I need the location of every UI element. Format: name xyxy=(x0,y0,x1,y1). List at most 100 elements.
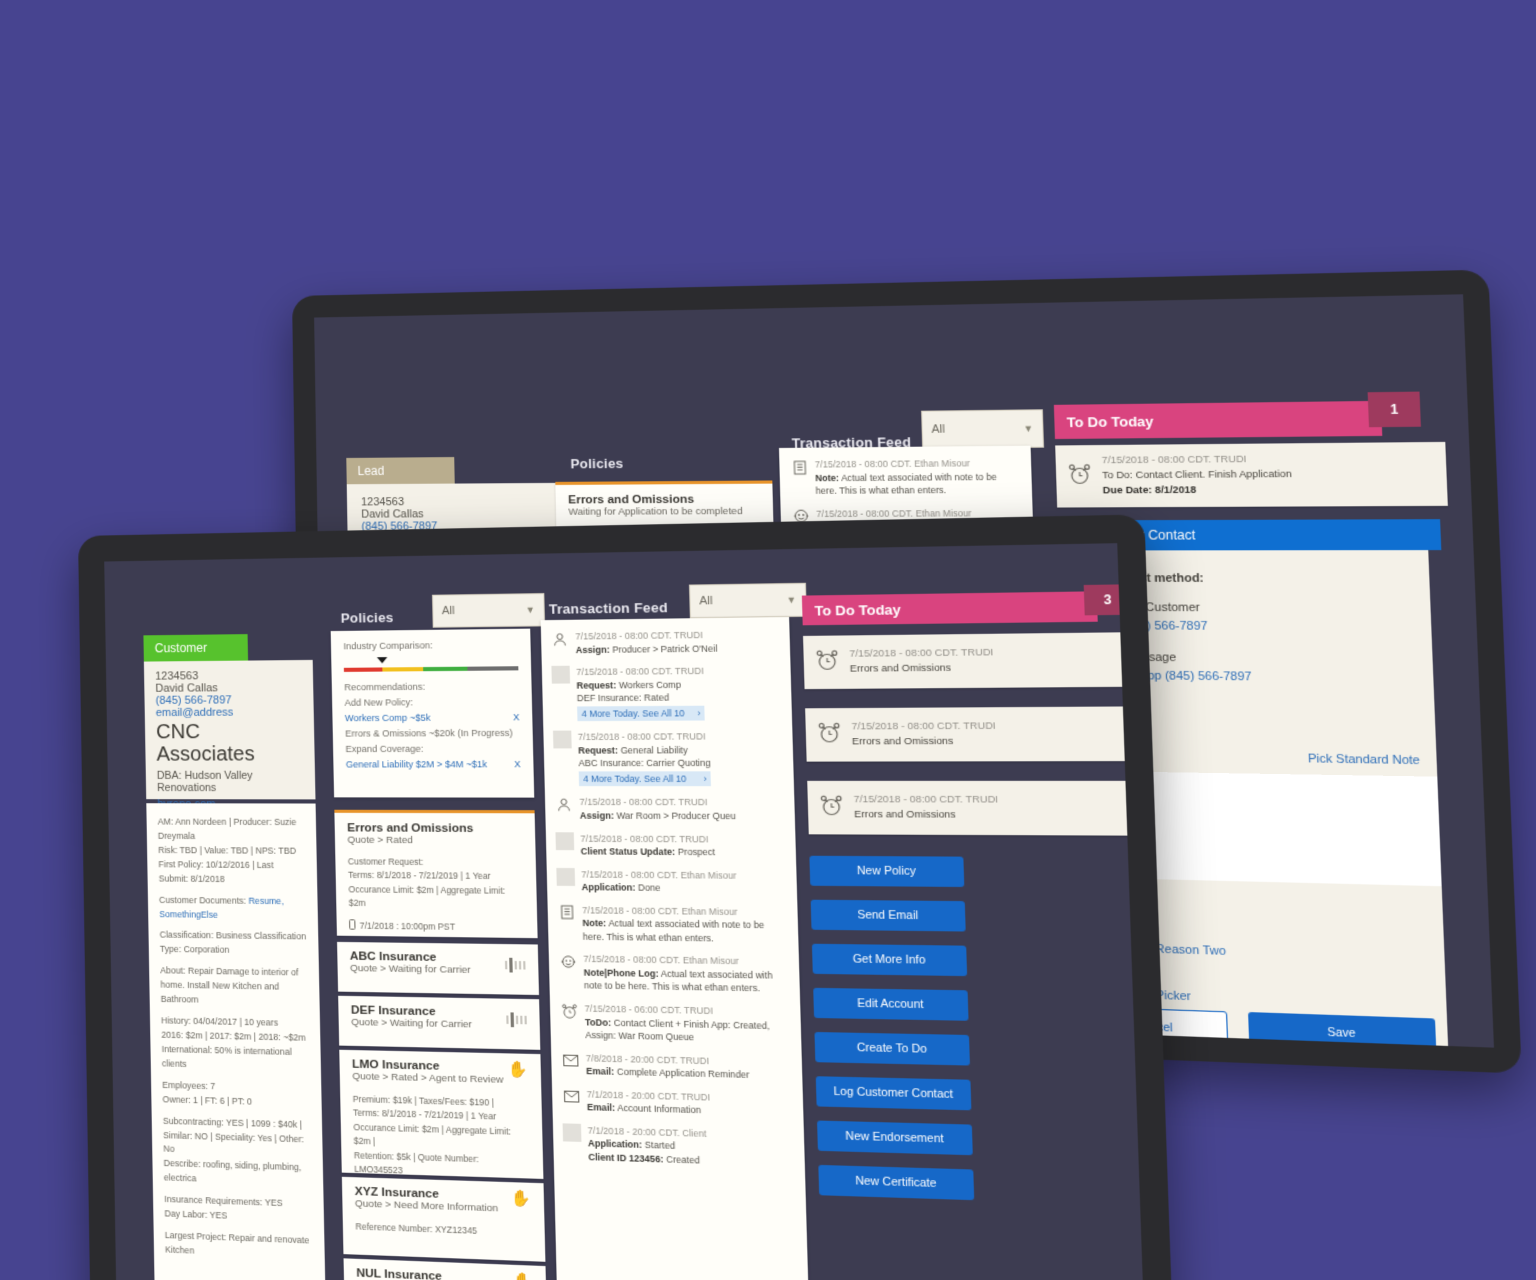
gauge-segment-yellow xyxy=(381,667,424,672)
meta-docs-label: Customer Documents: xyxy=(158,894,247,906)
front-policy-request-label: Customer Request: xyxy=(347,856,424,868)
action-button-create-to-do[interactable]: Create To Do xyxy=(814,1031,970,1066)
front-carrier-card-def[interactable]: DEF Insurance Quote > Waiting for Carrie… xyxy=(338,995,541,1050)
action-button-label: Edit Account xyxy=(857,997,924,1012)
back-policy-title-1: Errors and Omissions xyxy=(568,493,695,507)
hand-icon[interactable]: ✋ xyxy=(513,1272,534,1280)
hand-icon[interactable]: ✋ xyxy=(1122,650,1145,669)
front-carrier-card-lmo[interactable]: LMO Insurance Quote > Rated > Agent to R… xyxy=(339,1049,544,1179)
feed-see-all-link[interactable]: 4 More Today. See All 10 › xyxy=(577,705,706,722)
action-button-label: Log Customer Contact xyxy=(833,1085,954,1102)
front-todo-count-value: 3 xyxy=(1103,592,1112,608)
feed-item-text: 7/1/2018 - 20:00 CDT. TRUDI Email: Accoun… xyxy=(587,1088,711,1118)
feed-item-line2-label: Client ID 123456: xyxy=(588,1151,664,1165)
feed-item-body: Actual text associated with note to be h… xyxy=(582,918,765,944)
feed-item-text: 7/15/2018 - 08:00 CDT. TRUDI Assign: Prod… xyxy=(575,628,717,656)
feed-item[interactable]: 7/1/2018 - 20:00 CDT. TRUDI Email: Accoun… xyxy=(562,1087,794,1120)
meta-type: Type: Corporation xyxy=(159,944,230,956)
feed-item[interactable]: 7/15/2018 - 08:00 CDT. TRUDI Assign: War … xyxy=(555,796,785,823)
action-button-label: New Policy xyxy=(856,864,917,878)
meta-risk: Risk: TBD | Value: TBD | NPS: TBD xyxy=(158,844,297,856)
expand-coverage-label: Expand Coverage: xyxy=(345,743,424,755)
feed-item-timestamp: 7/1/2018 - 20:00 CDT. Client xyxy=(587,1124,707,1139)
blank-icon xyxy=(556,867,576,886)
back-todo-count: 1 xyxy=(1367,391,1421,428)
front-todo-item-2[interactable]: 7/15/2018 - 08:00 CDT. TRUDI Errors and … xyxy=(805,706,1148,762)
front-todo-item-3[interactable]: 7/15/2018 - 08:00 CDT. TRUDI Errors and … xyxy=(807,780,1148,836)
hand-icon[interactable]: ✋ xyxy=(1125,724,1147,743)
feed-item-timestamp: 7/15/2018 - 08:00 CDT. TRUDI xyxy=(577,731,706,743)
front-carrier-card-abc[interactable]: ABC Insurance Quote > Waiting for Carrie… xyxy=(337,941,540,996)
feed-item-body: Complete Application Reminder xyxy=(614,1066,750,1081)
gauge-segment-green xyxy=(423,666,468,672)
action-button-new-endorsement[interactable]: New Endorsement xyxy=(817,1120,973,1156)
feed-item-label: ToDo: xyxy=(584,1016,612,1028)
recommendation-workers-comp[interactable]: Workers Comp ~$5k xyxy=(345,713,431,724)
hand-icon[interactable]: ✋ xyxy=(511,1190,532,1209)
meta-history2: 2016: $2m | 2017: $2m | 2018: ~$2m xyxy=(161,1029,306,1043)
gauge-segment-gray xyxy=(467,666,519,671)
back-customer-id: 1234563 xyxy=(360,496,405,509)
close-icon[interactable]: X xyxy=(513,712,520,722)
action-button-new-certificate[interactable]: New Certificate xyxy=(818,1164,975,1201)
feed-item[interactable]: 7/8/2018 - 20:00 CDT. TRUDI Email: Comple… xyxy=(561,1051,793,1083)
feed-item-label: Email: xyxy=(586,1102,616,1114)
hand-icon[interactable]: ✋ xyxy=(1128,799,1148,818)
front-todo-text-3: 7/15/2018 - 08:00 CDT. TRUDI Errors and … xyxy=(854,793,1118,824)
front-carrier-card-nul[interactable]: NUL Insurance Quote > Carrier Decline ✋ … xyxy=(343,1258,548,1280)
close-icon[interactable]: X xyxy=(514,759,521,769)
front-todo-item-1[interactable]: 7/15/2018 - 08:00 CDT. TRUDI Errors and … xyxy=(803,631,1148,690)
industry-marker xyxy=(376,657,387,664)
back-feed-filter[interactable]: All ▼ xyxy=(921,409,1045,449)
action-button-edit-account[interactable]: Edit Account xyxy=(813,987,969,1021)
front-policy-main-card[interactable]: Errors and Omissions Quote > Rated Custo… xyxy=(334,809,538,939)
feed-item[interactable]: 7/15/2018 - 08:00 CDT. Ethan Misour Note|… xyxy=(558,953,790,997)
front-company-name: CNC Associates xyxy=(155,720,255,767)
hand-icon[interactable]: ✋ xyxy=(508,1061,528,1079)
front-policies-filter[interactable]: All ▼ xyxy=(432,593,546,628)
document-icon xyxy=(557,903,576,921)
back-feed-bold-1: Note: xyxy=(815,472,840,483)
feed-item[interactable]: 7/15/2018 - 08:00 CDT. Ethan Misour Appli… xyxy=(556,867,787,896)
front-status-tab[interactable]: Customer xyxy=(143,634,249,662)
back-save-button[interactable]: Save xyxy=(1248,1012,1437,1048)
feed-item-label: Assign: xyxy=(575,643,610,655)
feed-item[interactable]: 7/1/2018 - 20:00 CDT. Client Application:… xyxy=(562,1123,795,1170)
front-monitor-screen: Customer 1234563 David Callas (845) 566-… xyxy=(104,543,1148,1280)
back-status-tab[interactable]: Lead xyxy=(346,457,455,485)
meta-group-docs: Customer Documents: Resume, SomethingEls… xyxy=(159,893,307,923)
envelope-icon xyxy=(561,1051,580,1069)
feed-item-text: 7/15/2018 - 08:00 CDT. Ethan Misour Note:… xyxy=(582,904,788,946)
action-button-log-customer-contact[interactable]: Log Customer Contact xyxy=(815,1076,972,1111)
action-button-label: New Certificate xyxy=(855,1174,937,1191)
feed-item[interactable]: 7/15/2018 - 08:00 CDT. TRUDI Request: Gen… xyxy=(553,730,784,787)
front-carrier-card-xyz[interactable]: XYZ Insurance Quote > Need More Informat… xyxy=(341,1176,546,1262)
back-feed-text-1: 7/15/2018 - 08:00 CDT. Ethan Misour Note… xyxy=(815,456,1021,497)
feed-item-text: 7/15/2018 - 08:00 CDT. Ethan Misour Appli… xyxy=(581,868,737,896)
feed-item[interactable]: 7/15/2018 - 08:00 CDT. TRUDI Assign: Prod… xyxy=(551,628,781,657)
front-policies-filter-value: All xyxy=(441,604,455,618)
progress-steps-icon xyxy=(506,1011,527,1027)
feed-item[interactable]: 7/15/2018 - 08:00 CDT. TRUDI Request: Wor… xyxy=(551,664,782,722)
back-todo-item[interactable]: 7/15/2018 - 08:00 CDT. TRUDI To Do: Cont… xyxy=(1055,441,1448,508)
back-feed-item-1[interactable]: 7/15/2018 - 08:00 CDT. Ethan Misour Note… xyxy=(790,456,1021,497)
recommendations-label: Recommendations: xyxy=(344,681,426,693)
feed-item[interactable]: 7/15/2018 - 06:00 CDT. TRUDI ToDo: Contac… xyxy=(560,1002,792,1047)
feed-item[interactable]: 7/15/2018 - 08:00 CDT. Ethan Misour Note:… xyxy=(557,903,788,946)
action-button-new-policy[interactable]: New Policy xyxy=(809,855,965,887)
action-button-send-email[interactable]: Send Email xyxy=(810,899,966,932)
back-todo-header: To Do Today xyxy=(1053,400,1383,440)
front-email-link[interactable]: email@address xyxy=(156,706,303,719)
feed-see-all-link[interactable]: 4 More Today. See All 10 › xyxy=(578,771,712,787)
meta-group-req: Insurance Requirements: YES Day Labor: Y… xyxy=(164,1193,313,1227)
industry-comparison-label: Industry Comparison: xyxy=(343,640,433,652)
recommendation-general-liability[interactable]: General Liability $2M > $4M ~$1k xyxy=(346,759,488,770)
front-feed-filter[interactable]: All ▼ xyxy=(688,582,807,619)
feed-item-timestamp: 7/15/2018 - 08:00 CDT. TRUDI xyxy=(576,665,704,678)
front-phone-link[interactable]: (845) 566-7897 xyxy=(155,694,302,707)
feed-item[interactable]: 7/15/2018 - 08:00 CDT. TRUDI Client Statu… xyxy=(555,831,786,860)
feed-item-body: Producer > Patrick O'Neil xyxy=(609,642,718,655)
back-todo-due: Due Date: 8/1/2018 xyxy=(1102,484,1197,496)
action-button-get-more-info[interactable]: Get More Info xyxy=(811,943,968,977)
phone-device-icon xyxy=(349,919,356,934)
